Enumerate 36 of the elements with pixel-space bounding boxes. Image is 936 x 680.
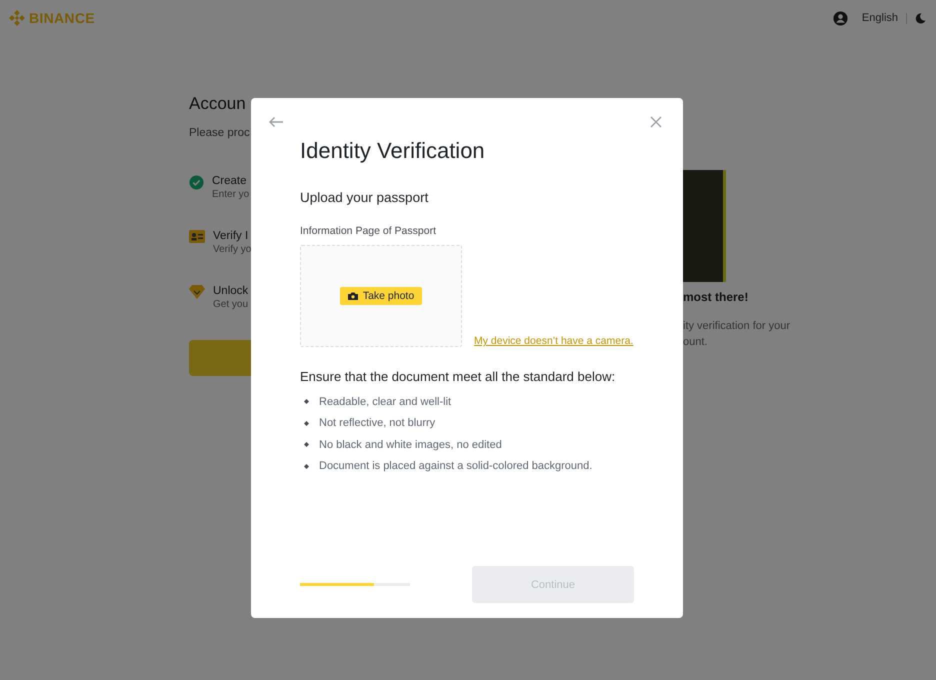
close-icon[interactable] — [650, 116, 662, 128]
bullet-icon — [304, 420, 309, 426]
account-icon[interactable] — [832, 10, 848, 26]
promo-text: ity verification for your ount. — [683, 319, 790, 350]
requirement-text: Not reflective, not blurry — [319, 417, 436, 430]
requirement-text: Document is placed against a solid-colored background. — [319, 460, 592, 472]
requirement-text: Readable, clear and well-lit — [319, 396, 452, 408]
id-card-icon — [189, 230, 205, 243]
bullet-icon — [304, 399, 309, 404]
bullet-icon — [304, 442, 309, 448]
step-title: Unlock — [213, 285, 248, 297]
step-title: Create — [212, 175, 248, 187]
logo-icon — [9, 10, 25, 26]
moon-icon[interactable] — [915, 12, 926, 24]
section-heading: Upload your passport — [300, 190, 430, 205]
check-circle-icon — [189, 175, 204, 190]
step-description: Get you — [213, 299, 248, 310]
step-description: Verify yo — [213, 244, 252, 255]
no-camera-link[interactable]: My device doesn’t have a camera. — [474, 335, 634, 347]
promo-title: most there! — [683, 290, 750, 304]
take-photo-button[interactable]: Take photo — [340, 287, 422, 305]
language-link[interactable]: English — [862, 12, 898, 24]
bullet-icon — [304, 464, 309, 469]
requirements-heading: Ensure that the document meet all the standard below: — [300, 369, 616, 384]
step-description: Enter yo — [212, 189, 250, 200]
requirement-text: No black and white images, no edited — [319, 438, 502, 451]
diamond-icon — [189, 285, 205, 299]
back-arrow-icon[interactable] — [268, 116, 284, 128]
page-title: Accoun — [189, 94, 247, 115]
camera-icon — [348, 292, 358, 300]
field-label: Information Page of Passport — [300, 225, 437, 237]
dialog-title: Identity Verification — [300, 138, 486, 164]
page-subtitle: Please proc — [189, 127, 251, 139]
upload-area[interactable]: Take photo — [300, 245, 462, 347]
logo-text: BINANCE — [29, 10, 95, 26]
step-title: Verify I — [213, 230, 250, 242]
